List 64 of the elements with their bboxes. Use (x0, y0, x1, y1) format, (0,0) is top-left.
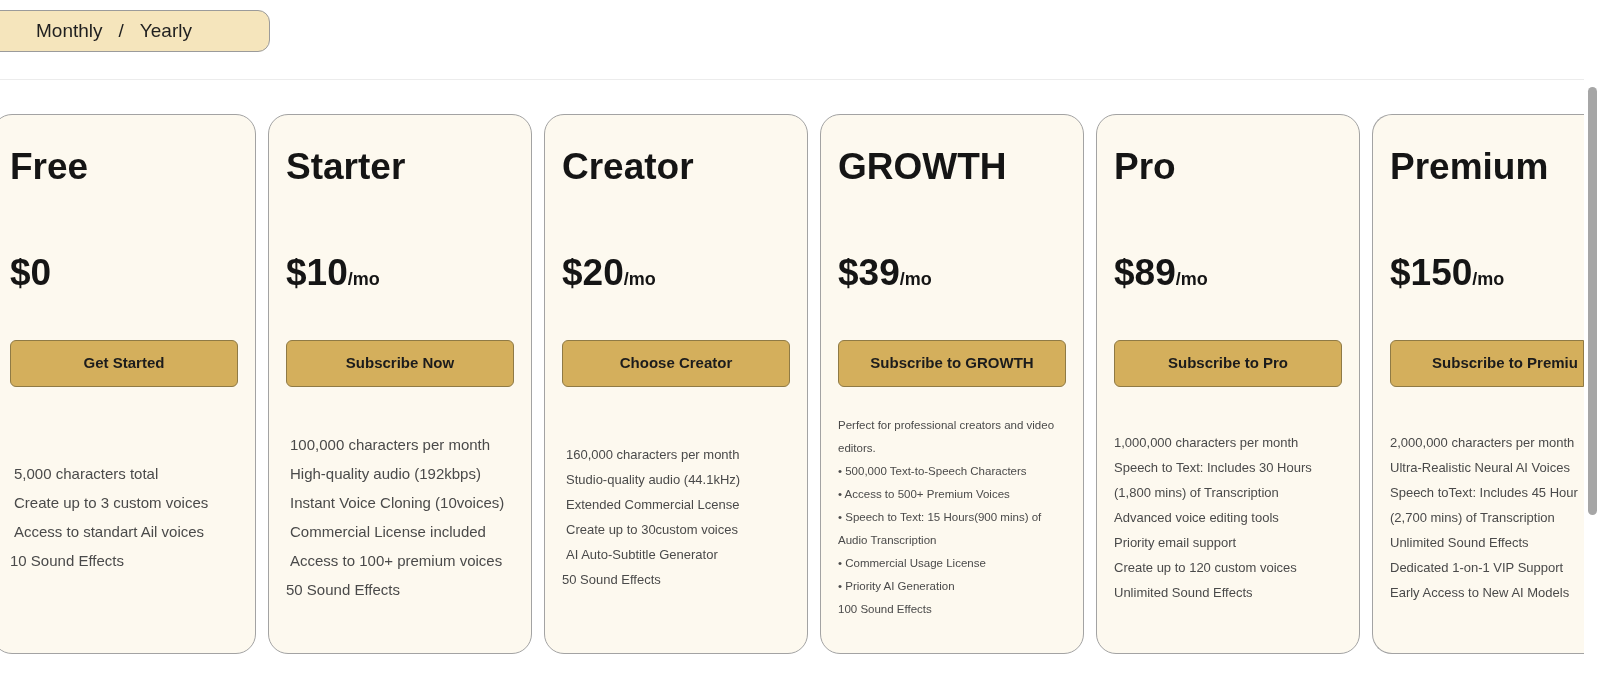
plan-feature: 5,000 characters total (13, 464, 160, 484)
plan-feature: Studio-quality audio (44.1kHz) (565, 471, 742, 489)
price-period: /mo (1175, 269, 1208, 290)
plan-feature: 50 Sound Effects (286, 580, 401, 600)
plan-feature: Unlimited Sound Effects (1114, 583, 1254, 602)
price-amount: $0 (10, 251, 52, 295)
plan-feature: 160,000 characters per month (565, 446, 741, 464)
plan-name: Pro (1114, 145, 1176, 189)
price-amount: $39 (838, 251, 900, 295)
subscribe-button[interactable]: Subscribe to GROWTH (838, 340, 1066, 387)
plan-name: GROWTH (838, 145, 1007, 189)
plan-feature: 10 Sound Effects (10, 551, 125, 571)
plan-feature: Access to 100+ premium voices (289, 551, 504, 571)
plan-feature: High-quality audio (192kbps) (289, 464, 482, 484)
plan-feature: Advanced voice editing tools (1114, 508, 1280, 527)
subscribe-button[interactable]: Subscribe to Premiu (1390, 340, 1584, 387)
plan-feature: • Speech to Text: 15 Hours(900 mins) of Audio Transcription (838, 509, 1043, 548)
price-amount: $10 (286, 251, 348, 295)
plan-feature: Priority email support (1114, 533, 1238, 552)
price-amount: $150 (1390, 251, 1473, 295)
plan-feature: Speech to Text: Includes 30 Hours (1114, 458, 1313, 477)
plan-name: Free (10, 145, 89, 189)
price-amount: $89 (1114, 251, 1176, 295)
plan-feature: Create up to 3 custom voices (13, 493, 210, 513)
subscribe-button[interactable]: Choose Creator (562, 340, 790, 387)
plan-feature: Unlimited Sound Effects (1390, 533, 1530, 552)
plan-feature: Access to standart Ail voices (13, 522, 206, 542)
plan-feature: Dedicated 1-on-1 VIP Support (1390, 558, 1565, 577)
subscribe-button[interactable]: Subscribe Now (286, 340, 514, 387)
billing-option[interactable]: Monthly (36, 16, 103, 46)
plan-feature: 100,000 characters per month (289, 435, 492, 455)
plan-feature: Early Access to New AI Models (1390, 583, 1571, 602)
toggle-separator: / (118, 18, 124, 43)
plan-feature: 2,000,000 characters per month (1390, 433, 1576, 452)
plan-feature: Extended Commercial Lcense (565, 496, 741, 514)
subscribe-button[interactable]: Subscribe to Pro (1114, 340, 1342, 387)
plan-feature: • Access to 500+ Premium Voices (838, 486, 1011, 502)
plan-name: Premium (1390, 145, 1549, 189)
plan-feature: 50 Sound Effects (562, 571, 662, 589)
plan-feature: • 500,000 Text-to-Speech Characters (838, 463, 1028, 479)
plan-feature: 100 Sound Effects (838, 601, 933, 617)
plan-feature: Perfect for professional creators and video editors. (838, 417, 1056, 456)
plan-feature: Create up to 120 custom voices (1114, 558, 1298, 577)
plan-feature: 1,000,000 characters per month (1114, 433, 1300, 452)
price-period: /mo (623, 269, 656, 290)
plan-feature: Speech toText: Includes 45 Hour (1390, 483, 1579, 502)
price-period: /mo (899, 269, 932, 290)
plan-feature: (1,800 mins) of Transcription (1114, 483, 1280, 502)
plan-feature: • Commercial Usage License (838, 555, 987, 571)
price-period: /mo (1472, 269, 1505, 290)
plan-feature: (2,700 mins) of Transcription (1390, 508, 1556, 527)
plan-feature: • Priority AI Generation (838, 578, 956, 594)
plan-feature: Commercial License included (289, 522, 487, 542)
price-period: /mo (347, 269, 380, 290)
plan-feature: AI Auto-Subtitle Generator (565, 546, 719, 564)
plan-feature: Instant Voice Cloning (10voices) (289, 493, 506, 513)
plan-feature: Create up to 30custom voices (565, 521, 739, 539)
price-amount: $20 (562, 251, 624, 295)
subscribe-button[interactable]: Get Started (10, 340, 238, 387)
scrollbar-thumb[interactable] (1588, 87, 1597, 515)
plan-feature: Ultra-Realistic Neural AI Voices (1390, 458, 1571, 477)
plan-name: Starter (286, 145, 406, 189)
billing-option[interactable]: Yearly (139, 16, 192, 46)
plan-name: Creator (562, 145, 694, 189)
